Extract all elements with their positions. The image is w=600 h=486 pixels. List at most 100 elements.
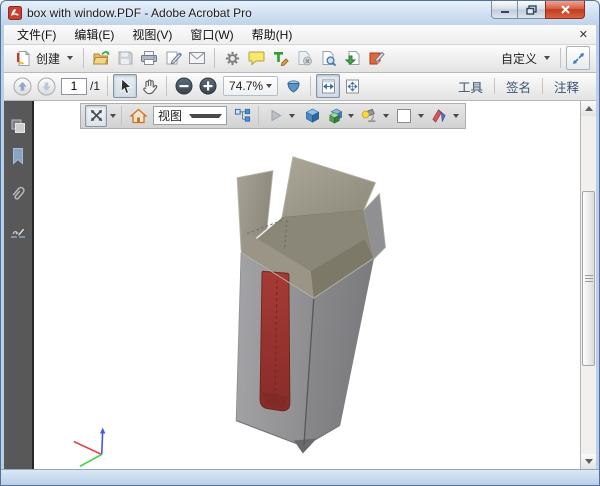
comment-button[interactable] [244,46,268,70]
view-selector-caret-icon [189,114,223,118]
hand-tool-button[interactable] [137,74,161,98]
primary-toolbar: 创建 [4,45,596,73]
scrollbar-thumb[interactable] [582,191,595,366]
hand-tool-icon [141,78,158,95]
fill-sign-button[interactable] [161,46,185,70]
zoom-in-icon [199,77,217,95]
attachments-icon [9,184,27,204]
minimize-icon [500,5,510,14]
cross-section-caret-icon[interactable] [453,114,459,118]
3d-toolbar: 视图 [80,103,466,129]
render-mode-button[interactable] [323,105,345,127]
orbit-tool-button[interactable] [85,105,107,127]
highlight-button[interactable] [268,46,292,70]
minimize-button[interactable] [491,1,518,19]
page-thumbnails-button[interactable] [7,115,29,137]
window-title: box with window.PDF - Adobe Acrobat Pro [27,6,252,20]
sticky-note-button[interactable] [364,46,388,70]
title-bar: box with window.PDF - Adobe Acrobat Pro [1,1,599,25]
view-selector-value: 视图 [158,107,186,124]
comment-panel-button[interactable]: 注释 [543,77,590,96]
create-button[interactable]: 创建 [10,46,78,70]
background-color-caret-icon[interactable] [418,114,424,118]
background-color-button[interactable] [393,105,415,127]
search-document-button[interactable] [316,46,340,70]
bookmarks-button[interactable] [7,145,29,167]
create-label: 创建 [36,50,60,67]
customize-label: 自定义 [501,50,537,67]
cross-section-button[interactable] [428,105,450,127]
model-tree-button[interactable] [231,105,253,127]
orbit-tool-icon [88,107,105,124]
scrollbar-grip [585,273,593,284]
previous-page-button[interactable] [10,74,34,98]
fit-page-icon [344,78,361,95]
attachments-button[interactable] [7,183,29,205]
zoom-out-button[interactable] [172,74,196,98]
rotate-3d-icon [285,78,302,95]
page-up-icon [13,77,32,96]
secondary-toolbar: /1 74.7% [4,73,596,101]
zoom-in-button[interactable] [196,74,220,98]
page-number-input[interactable] [61,78,87,95]
render-mode-caret-icon[interactable] [348,114,354,118]
settings-button[interactable] [220,46,244,70]
default-view-button[interactable] [127,105,149,127]
delete-pages-button[interactable] [292,46,316,70]
projection-button[interactable] [301,105,323,127]
scroll-up-button[interactable] [581,101,596,116]
menu-edit[interactable]: 编辑(E) [65,24,123,45]
scrollbar-track[interactable] [581,116,596,454]
menu-bar: 文件(F) 编辑(E) 视图(V) 窗口(W) 帮助(H) ✕ [4,25,596,45]
scroll-down-button[interactable] [581,454,596,469]
menu-view[interactable]: 视图(V) [123,24,181,45]
email-button[interactable] [185,46,209,70]
customize-button[interactable]: 自定义 [496,46,555,70]
box-back-flap [282,156,376,217]
maximize-button[interactable] [518,1,545,19]
close-document-icon[interactable]: ✕ [579,28,588,41]
menu-window[interactable]: 窗口(W) [181,24,242,45]
expand-toolbar-icon [572,52,585,65]
navigation-sidebar [4,101,32,469]
expand-toolbar-button[interactable] [566,46,590,70]
home-icon [130,108,147,124]
fit-width-icon [320,78,337,95]
close-button[interactable] [545,1,585,19]
view-selector-dropdown[interactable]: 视图 [153,106,227,125]
print-icon [140,50,158,66]
next-page-button[interactable] [34,74,58,98]
document-area: 视图 [4,101,596,469]
fit-width-button[interactable] [316,74,340,98]
sign-pen-icon [165,50,182,66]
window-bottom-border [1,469,599,485]
orbit-caret-icon[interactable] [110,114,116,118]
create-caret-icon [67,56,73,60]
tools-panel-button[interactable]: 工具 [447,77,494,96]
play-animation-button[interactable] [264,105,286,127]
menu-help[interactable]: 帮助(H) [243,24,302,45]
create-icon [15,50,32,67]
lighting-caret-icon[interactable] [383,114,389,118]
sign-panel-button[interactable]: 签名 [495,77,542,96]
acrobat-app-icon [8,6,22,20]
play-caret-icon[interactable] [289,114,295,118]
signatures-icon [9,224,27,240]
zoom-level-dropdown[interactable]: 74.7% [223,76,278,96]
email-icon [188,51,206,65]
window-controls [491,1,585,19]
menu-file[interactable]: 文件(F) [8,24,65,45]
rotate-3d-mode-button[interactable] [281,74,305,98]
vertical-scrollbar [580,101,596,469]
open-button[interactable] [89,46,113,70]
save-button[interactable] [113,46,137,70]
signatures-button[interactable] [7,221,29,243]
pdf-3d-canvas[interactable]: 视图 [34,101,580,469]
lighting-button[interactable] [358,105,380,127]
print-button[interactable] [137,46,161,70]
select-tool-button[interactable] [113,74,137,98]
export-button[interactable] [340,46,364,70]
zoom-level-value: 74.7% [229,79,263,93]
fit-page-button[interactable] [340,74,364,98]
doc-search-icon [320,50,337,66]
